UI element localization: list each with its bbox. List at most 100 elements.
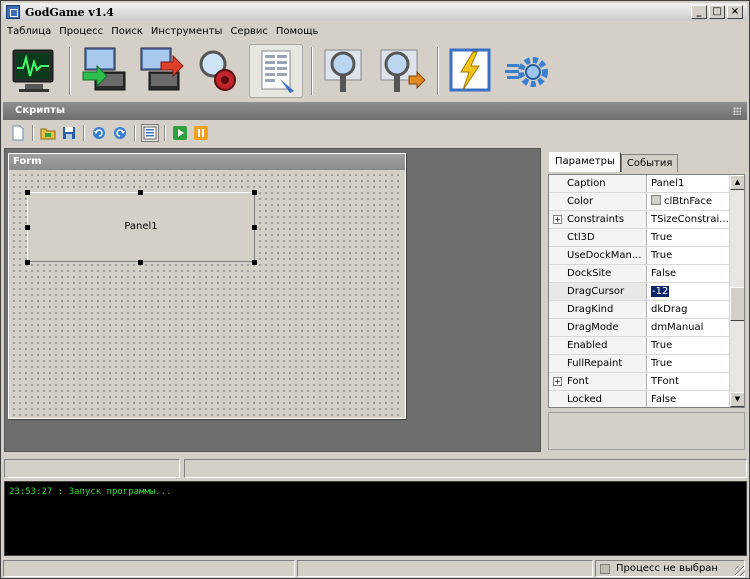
grip-icon[interactable]	[733, 107, 741, 115]
menu-process[interactable]: Процесс	[55, 26, 107, 37]
monitor-pulse-button[interactable]	[7, 44, 61, 98]
gear-button[interactable]	[501, 44, 555, 98]
property-grid[interactable]: Caption Panel1 Color clBtnFace + Constrai…	[548, 174, 745, 408]
run-button[interactable]	[171, 124, 189, 142]
title-bar[interactable]: GodGame v1.4 _ □ ×	[3, 3, 747, 21]
property-row[interactable]: Ctl3D True	[549, 229, 730, 247]
expand-icon[interactable]: +	[553, 215, 562, 224]
selection-handle[interactable]	[252, 260, 257, 265]
undo-icon	[93, 127, 105, 139]
property-value-text: -12	[651, 286, 670, 297]
property-value[interactable]: dmManual	[649, 319, 730, 336]
undo-button[interactable]	[90, 124, 108, 142]
script-editor-button[interactable]	[249, 44, 303, 98]
property-row[interactable]: FullRepaint True	[549, 355, 730, 373]
property-row[interactable]: Caption Panel1	[549, 175, 730, 193]
app-icon	[6, 5, 20, 19]
selection-handle[interactable]	[138, 260, 143, 265]
selection-handle[interactable]	[25, 190, 30, 195]
property-row[interactable]: + Font TFont	[549, 373, 730, 391]
selection-handle[interactable]	[252, 190, 257, 195]
close-button[interactable]: ×	[727, 5, 743, 19]
log-console[interactable]: 23:53:27 : Запуск программы...	[4, 481, 747, 556]
toolbar-separator	[83, 125, 85, 141]
magnifier-button[interactable]	[317, 44, 371, 98]
menu-search[interactable]: Поиск	[107, 26, 147, 37]
menu-service[interactable]: Сервис	[226, 26, 271, 37]
property-row[interactable]: Color clBtnFace	[549, 193, 730, 211]
resize-grip-icon[interactable]	[735, 566, 745, 576]
open-button[interactable]	[39, 124, 57, 142]
process-icon	[600, 564, 610, 574]
properties-button[interactable]	[141, 124, 159, 142]
form-client-area[interactable]: Panel1	[11, 172, 403, 416]
selection-handle[interactable]	[138, 190, 143, 195]
tab-events[interactable]: События	[620, 154, 679, 172]
redo-button[interactable]	[111, 124, 129, 142]
inspector-description-pane	[548, 412, 745, 450]
magnifier-next-button[interactable]	[375, 44, 429, 98]
toolbar-separator	[69, 47, 71, 95]
minimize-button[interactable]: _	[691, 5, 707, 19]
selection-handle[interactable]	[25, 225, 30, 230]
property-value[interactable]: False	[649, 265, 730, 282]
magnifier-next-icon	[380, 49, 426, 92]
panel1-component[interactable]: Panel1	[27, 192, 255, 262]
pause-button[interactable]	[192, 124, 210, 142]
property-value[interactable]: False	[649, 391, 730, 407]
property-value[interactable]: True	[649, 247, 730, 264]
selection-handle[interactable]	[25, 260, 30, 265]
process-status-text: Процесс не выбран	[616, 563, 718, 574]
expand-icon[interactable]: +	[553, 377, 562, 386]
property-value[interactable]: clBtnFace	[649, 193, 730, 210]
menu-help[interactable]: Помощь	[272, 26, 323, 37]
property-row[interactable]: Locked False	[549, 391, 730, 407]
property-name: + Font	[549, 373, 647, 390]
property-value[interactable]: True	[649, 355, 730, 372]
save-button[interactable]	[60, 124, 78, 142]
monitor-import-button[interactable]	[75, 44, 129, 98]
scroll-down-icon[interactable]: ▼	[730, 392, 744, 407]
status-section	[3, 560, 295, 577]
property-value[interactable]: dkDrag	[649, 301, 730, 318]
menu-table[interactable]: Таблица	[3, 26, 55, 37]
scroll-up-icon[interactable]: ▲	[730, 175, 744, 190]
property-row[interactable]: DragKind dkDrag	[549, 301, 730, 319]
property-row[interactable]: UseDockMan... True	[549, 247, 730, 265]
property-row[interactable]: DragMode dmManual	[549, 319, 730, 337]
toolbar-separator	[134, 125, 136, 141]
property-name: + Constraints	[549, 211, 647, 228]
properties-icon	[143, 126, 157, 140]
lightning-button[interactable]	[443, 44, 497, 98]
property-name: DockSite	[549, 265, 647, 282]
scroll-thumb[interactable]	[730, 287, 744, 321]
property-value[interactable]: TFont	[649, 373, 730, 390]
property-value[interactable]: TSizeConstrai...	[649, 211, 730, 228]
menu-tools[interactable]: Инструменты	[147, 26, 227, 37]
monitor-export-button[interactable]	[133, 44, 187, 98]
property-row-selected[interactable]: DragCursor -12	[549, 283, 730, 301]
property-value[interactable]: True	[649, 229, 730, 246]
form-designer-area[interactable]: Form Panel1	[4, 148, 541, 452]
tab-parameters[interactable]: Параметры	[549, 152, 621, 172]
open-icon	[40, 128, 56, 140]
maximize-button[interactable]: □	[709, 5, 725, 19]
main-window: GodGame v1.4 _ □ × Таблица Процесс Поиск…	[0, 0, 750, 579]
property-value[interactable]: Panel1	[649, 175, 730, 192]
designer-form[interactable]: Form Panel1	[8, 153, 406, 419]
object-inspector: Параметры События Caption Panel1 Color c…	[545, 148, 747, 452]
monitor-export-icon	[140, 47, 184, 91]
lightning-icon	[449, 48, 491, 92]
search-tools-button[interactable]	[191, 44, 245, 98]
scripts-header: Скрипты	[3, 102, 747, 120]
new-button[interactable]	[9, 124, 27, 142]
selection-handle[interactable]	[252, 225, 257, 230]
property-row[interactable]: DockSite False	[549, 265, 730, 283]
property-row[interactable]: + Constraints TSizeConstrai...	[549, 211, 730, 229]
property-row[interactable]: Enabled True	[549, 337, 730, 355]
property-value-editor[interactable]: -12	[649, 283, 730, 300]
toolbar-separator	[311, 47, 313, 95]
property-value[interactable]: True	[649, 337, 730, 354]
middle-status-strip	[4, 459, 747, 479]
inspector-scrollbar[interactable]: ▲ ▼	[729, 175, 744, 407]
